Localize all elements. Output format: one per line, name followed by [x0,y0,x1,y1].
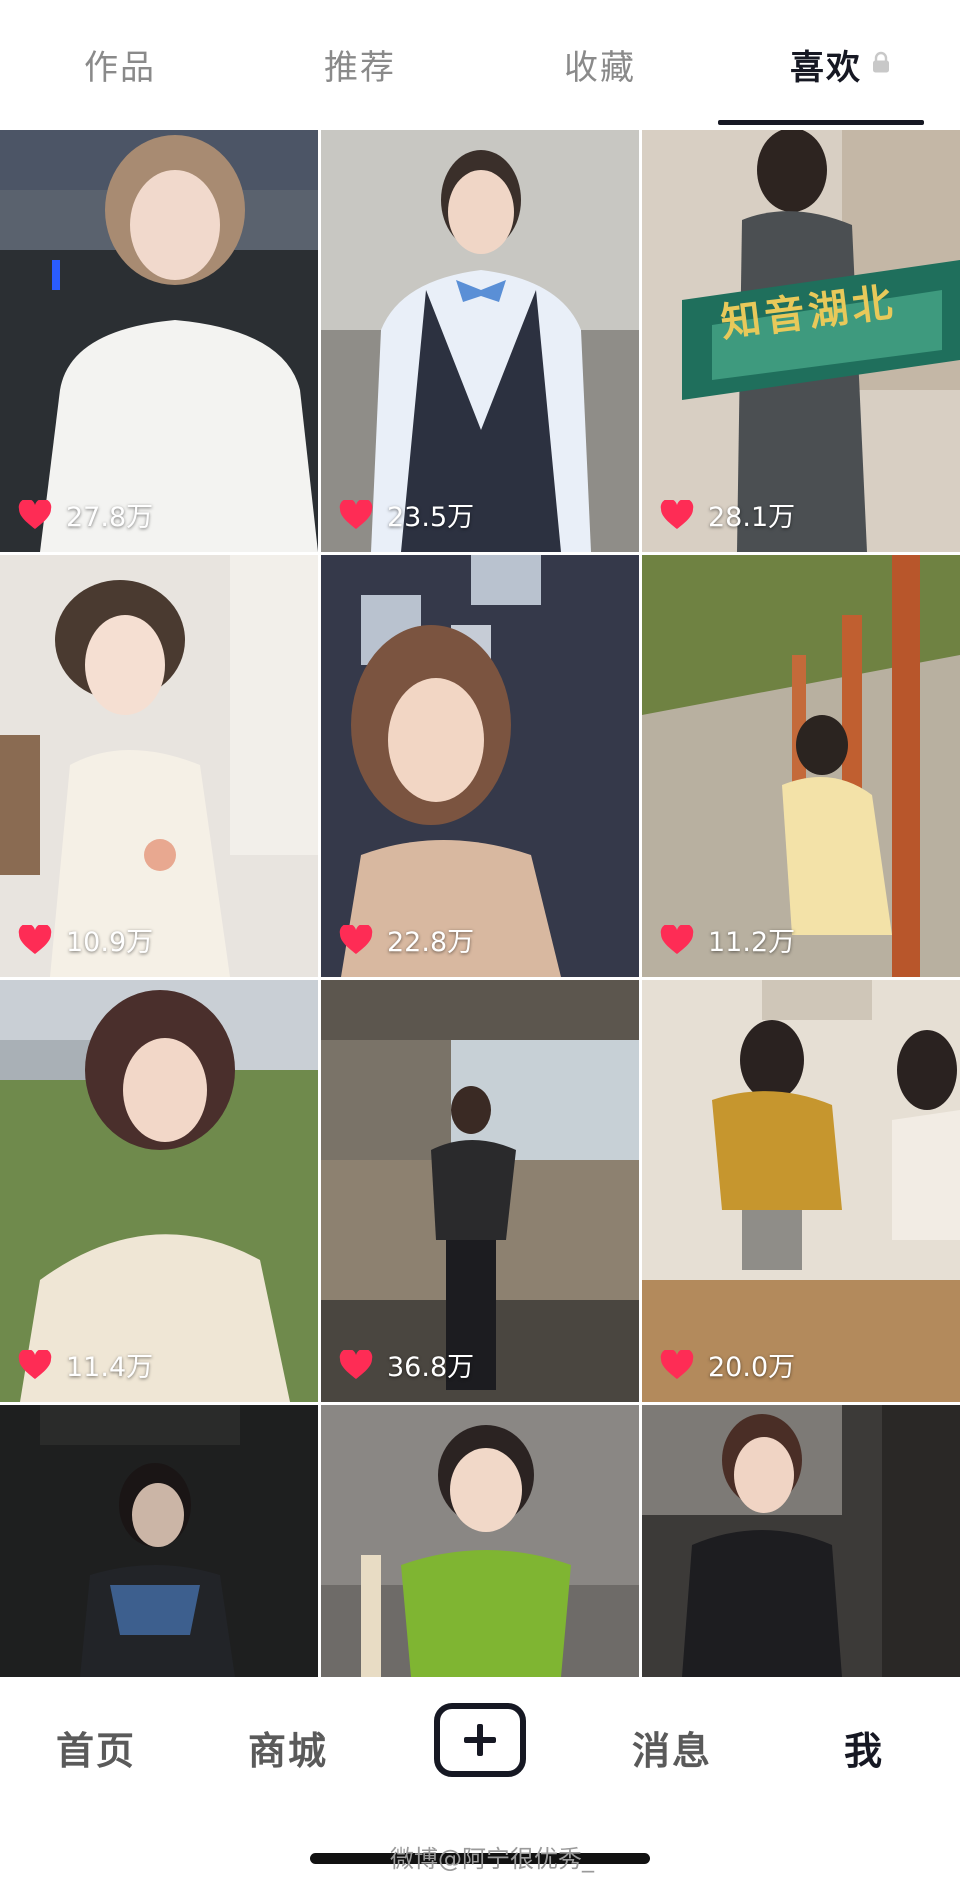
heart-icon [18,1349,52,1379]
video-thumbnail-image [0,555,318,977]
like-count: 22.8万 [339,920,474,959]
tab-works-label: 作品 [84,47,156,88]
active-tab-indicator [718,120,924,125]
video-thumbnail-image [0,980,318,1402]
lock-icon [873,51,889,73]
video-thumbnail-image [321,555,639,977]
plus-icon [464,1724,496,1756]
bottom-navigation-bar: 首页 商城 消息 我 微博@阿宁很优秀_ [0,1677,960,1881]
nav-messages[interactable]: 消息 [576,1707,768,1787]
video-thumbnail-image [642,130,960,552]
nav-me[interactable]: 我 [768,1707,960,1787]
heart-icon [18,924,52,954]
tab-works[interactable]: 作品 [0,0,240,128]
like-count: 28.1万 [660,495,795,534]
video-thumbnail[interactable]: 22.8万 [321,555,639,977]
like-count: 10.9万 [18,920,153,959]
video-thumbnail-image [642,980,960,1402]
like-count: 36.8万 [339,1345,474,1384]
video-thumbnail[interactable]: 10.9万 [0,555,318,977]
video-thumbnail-image [321,130,639,552]
video-thumbnail[interactable]: 36.8万 [321,980,639,1402]
nav-mall[interactable]: 商城 [192,1707,384,1787]
nav-me-label: 我 [843,1728,884,1773]
nav-messages-label: 消息 [631,1728,712,1773]
create-video-button[interactable] [434,1703,526,1777]
like-count-value: 11.2万 [708,927,796,958]
tab-favorites[interactable]: 收藏 [480,0,720,128]
like-count-value: 27.8万 [66,502,154,533]
like-count-value: 23.5万 [387,502,475,533]
heart-icon [18,499,52,529]
like-count: 11.2万 [660,920,795,959]
heart-icon [339,924,373,954]
heart-icon [660,924,694,954]
heart-icon [339,1349,373,1379]
video-thumbnail-image [642,555,960,977]
like-count-value: 20.0万 [708,1352,796,1383]
like-count: 20.0万 [660,1345,795,1384]
nav-home-label: 首页 [55,1728,136,1773]
like-count: 23.5万 [339,495,474,534]
tab-recommend[interactable]: 推荐 [240,0,480,128]
tab-likes-label: 喜欢 [790,47,862,88]
heart-icon [339,499,373,529]
like-count-value: 28.1万 [708,502,796,533]
like-count: 11.4万 [18,1345,153,1384]
heart-icon [660,499,694,529]
like-count-value: 22.8万 [387,927,475,958]
tab-likes[interactable]: 喜欢 [720,0,960,128]
video-thumbnail-image [321,1405,639,1677]
video-thumbnail[interactable] [321,1405,639,1677]
video-thumbnail-image [321,980,639,1402]
video-thumbnail[interactable]: 知音湖北 28.1万 [642,130,960,552]
video-thumbnail[interactable]: 27.8万 [0,130,318,552]
profile-tab-bar: 作品 推荐 收藏 喜欢 [0,0,960,128]
video-thumbnail[interactable]: 11.4万 [0,980,318,1402]
nav-home[interactable]: 首页 [0,1707,192,1787]
tab-favorites-label: 收藏 [564,47,636,88]
video-thumbnail-image [0,130,318,552]
video-thumbnail[interactable] [0,1405,318,1677]
video-thumbnail-image [642,1405,960,1677]
video-thumbnail-image [0,1405,318,1677]
video-thumbnail[interactable]: 11.2万 [642,555,960,977]
nav-mall-label: 商城 [247,1728,328,1773]
video-thumbnail[interactable]: 20.0万 [642,980,960,1402]
heart-icon [660,1349,694,1379]
like-count-value: 11.4万 [66,1352,154,1383]
video-thumbnail[interactable] [642,1405,960,1677]
like-count-value: 10.9万 [66,927,154,958]
tab-recommend-label: 推荐 [324,47,396,88]
like-count: 27.8万 [18,495,153,534]
watermark-text: 微博@阿宁很优秀_ [390,1845,594,1873]
video-thumbnail[interactable]: 23.5万 [321,130,639,552]
like-count-value: 36.8万 [387,1352,475,1383]
liked-videos-grid: 27.8万 23.5万 知音湖北 28.1万 10.9万 22.8万 11.2万… [0,128,960,1677]
